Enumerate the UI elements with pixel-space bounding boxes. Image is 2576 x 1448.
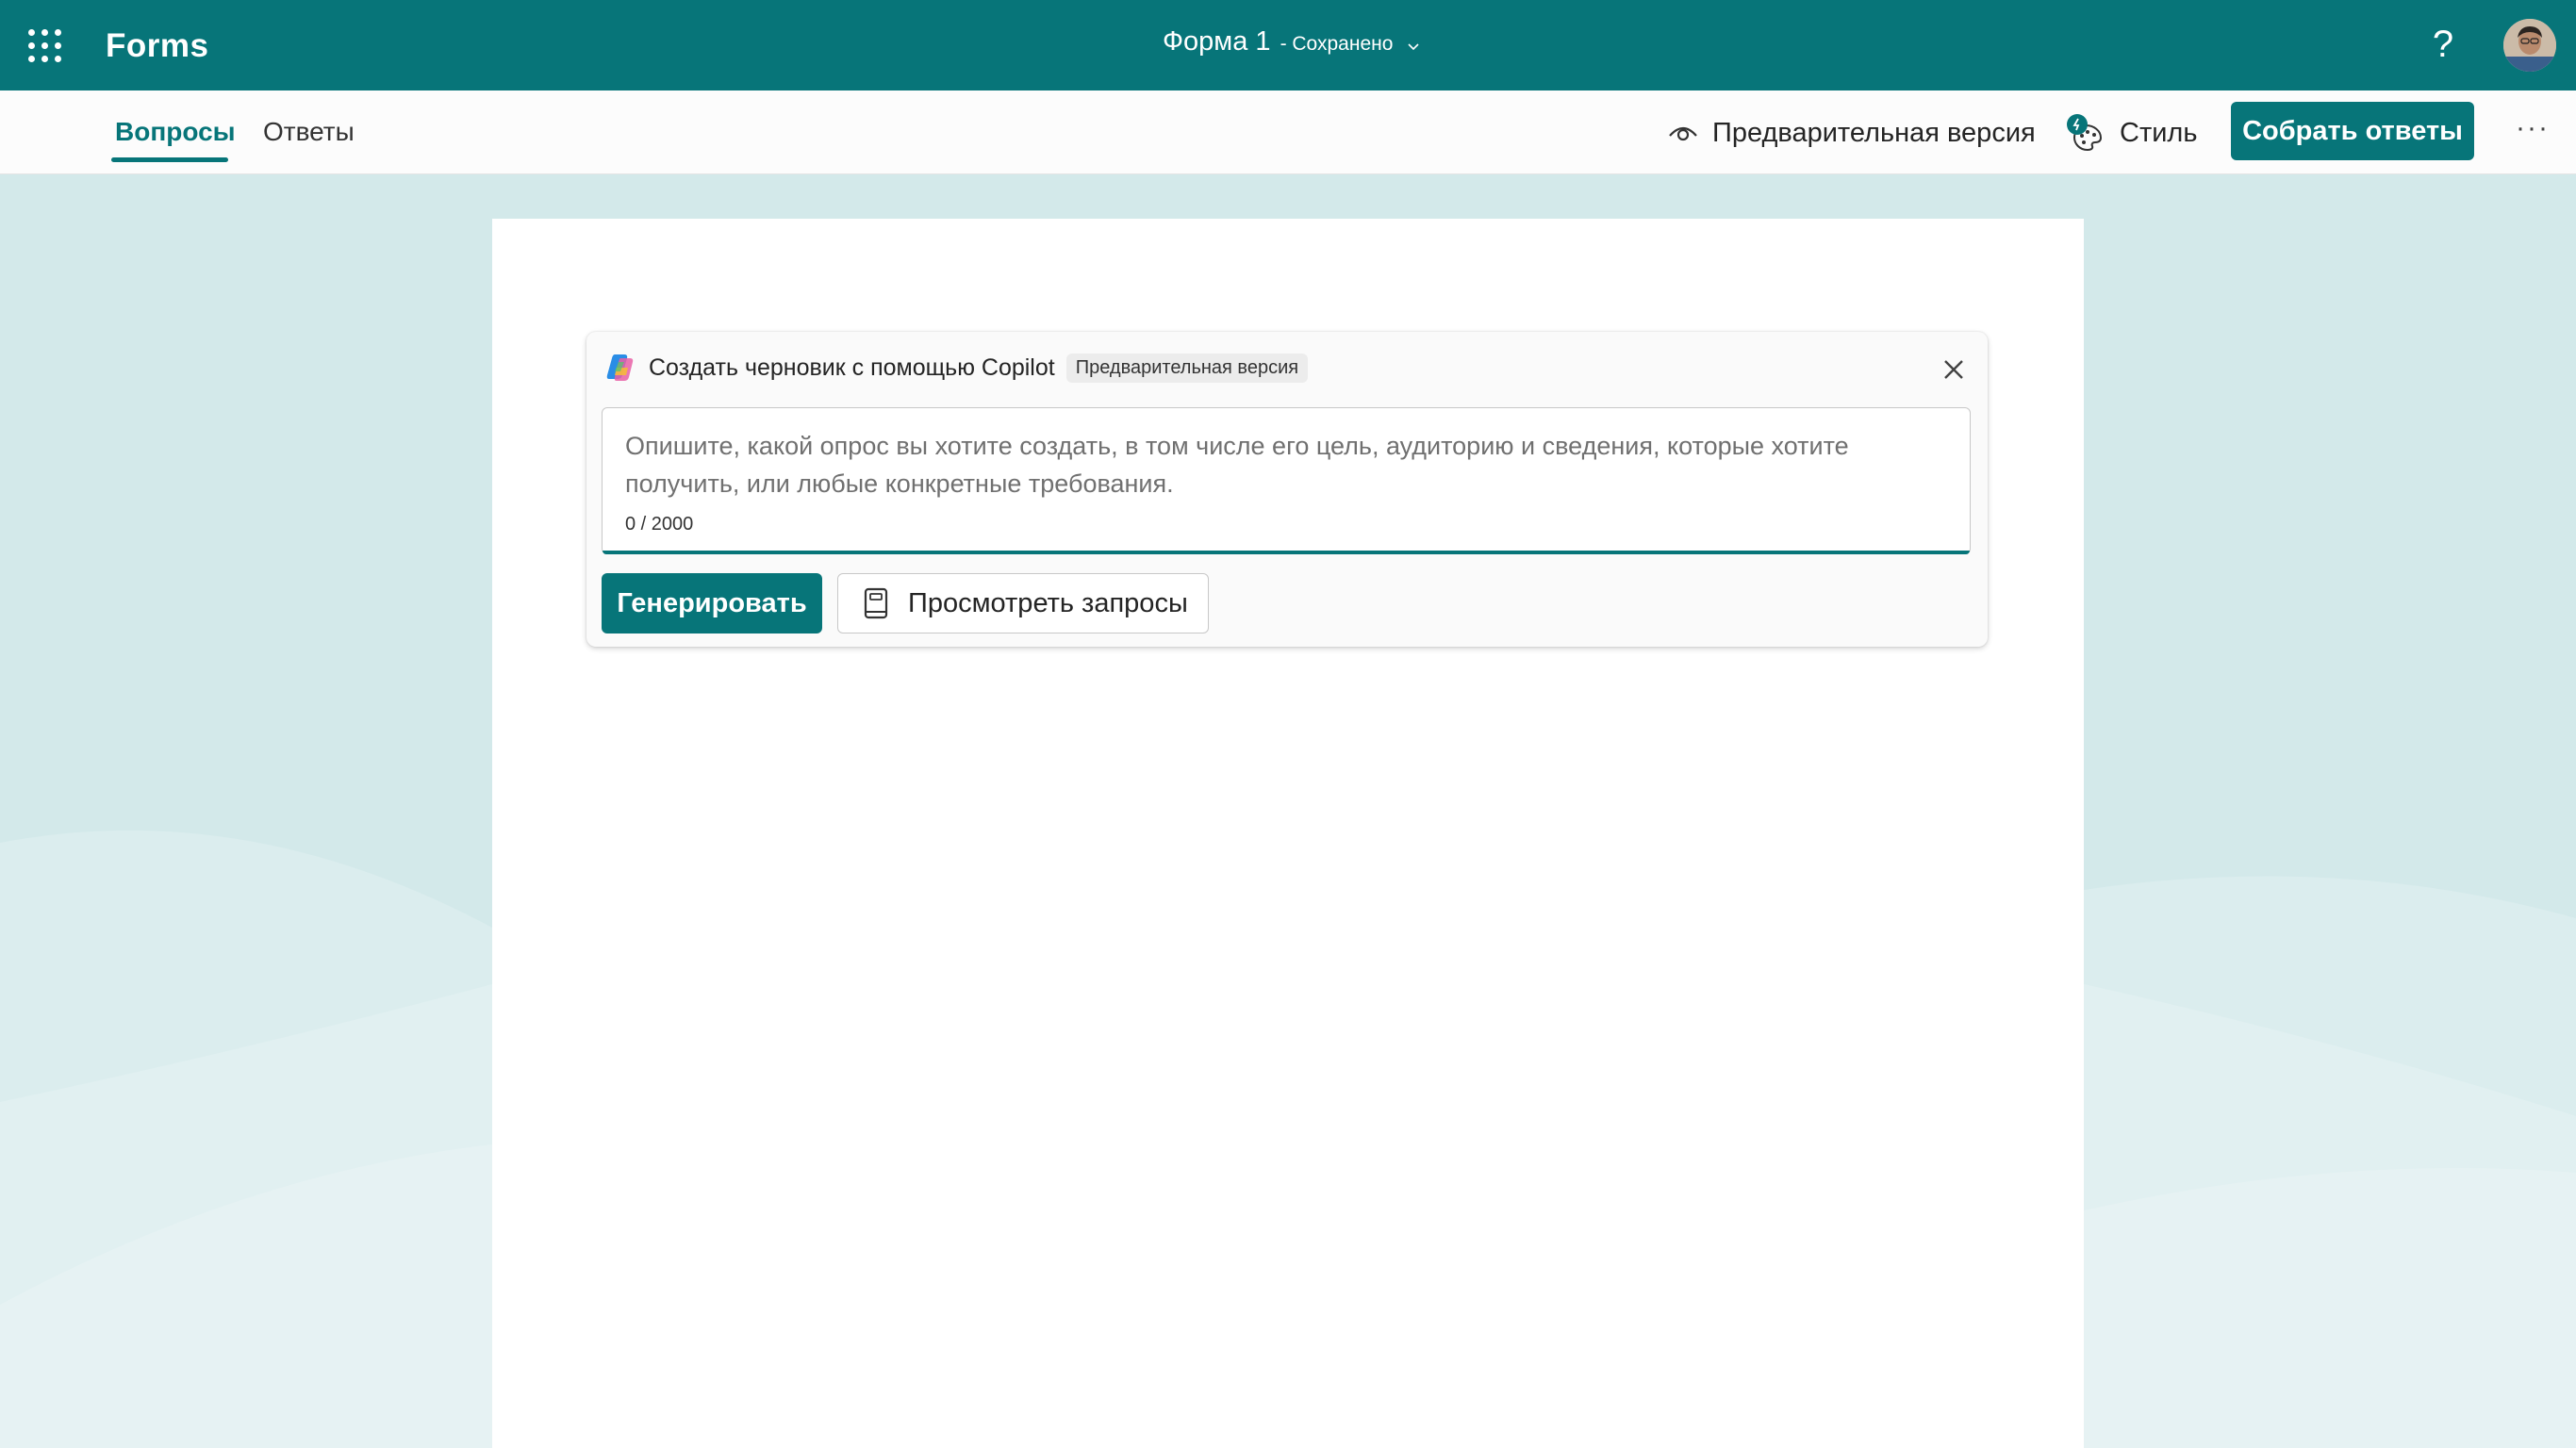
form-toolbar: Вопросы Ответы Предварительная версия Ст…: [0, 90, 2576, 174]
prompt-input[interactable]: [603, 408, 1972, 512]
save-status: - Сохранено: [1280, 33, 1394, 55]
help-icon[interactable]: ?: [2424, 21, 2462, 68]
eye-icon: [1669, 126, 1697, 141]
copilot-logo-icon: [606, 354, 634, 381]
active-tab-indicator: [111, 157, 228, 162]
preview-badge: Предварительная версия: [1065, 353, 1309, 383]
close-icon[interactable]: [1935, 351, 1973, 388]
preview-button[interactable]: Предварительная версия: [1667, 111, 2036, 155]
chevron-down-icon: [1408, 43, 1419, 51]
form-title-dropdown[interactable]: Форма 1 - Сохранено: [1163, 26, 1421, 66]
copilot-draft-panel: Создать черновик с помощью Copilot Предв…: [586, 332, 1988, 647]
style-button[interactable]: Стиль: [2065, 111, 2197, 155]
prompt-field: 0 / 2000: [602, 407, 1972, 554]
book-icon: [864, 587, 888, 619]
focus-underline: [603, 551, 1970, 554]
palette-icon: [2067, 114, 2103, 152]
view-prompts-label: Просмотреть запросы: [908, 587, 1188, 618]
waffle-icon[interactable]: [28, 29, 62, 63]
more-icon[interactable]: ···: [2512, 111, 2553, 153]
collect-responses-button[interactable]: Собрать ответы: [2231, 102, 2474, 160]
copilot-title: Создать черновик с помощью Copilot: [649, 354, 1055, 381]
character-counter: 0 / 2000: [625, 514, 694, 535]
app-header: Forms Форма 1 - Сохранено ?: [0, 0, 2576, 90]
app-name[interactable]: Forms: [106, 26, 208, 66]
tab-questions[interactable]: Вопросы: [115, 115, 236, 149]
form-title: Форма 1: [1163, 26, 1271, 57]
preview-label: Предварительная версия: [1712, 117, 2036, 148]
view-prompts-button[interactable]: Просмотреть запросы: [837, 573, 1209, 634]
tab-responses[interactable]: Ответы: [263, 115, 355, 149]
style-label: Стиль: [2120, 117, 2198, 148]
form-canvas: Создать черновик с помощью Copilot Предв…: [492, 219, 2084, 1448]
generate-button[interactable]: Генерировать: [602, 573, 822, 634]
copilot-header: Создать черновик с помощью Copilot Предв…: [603, 347, 1309, 388]
avatar[interactable]: [2503, 19, 2556, 72]
